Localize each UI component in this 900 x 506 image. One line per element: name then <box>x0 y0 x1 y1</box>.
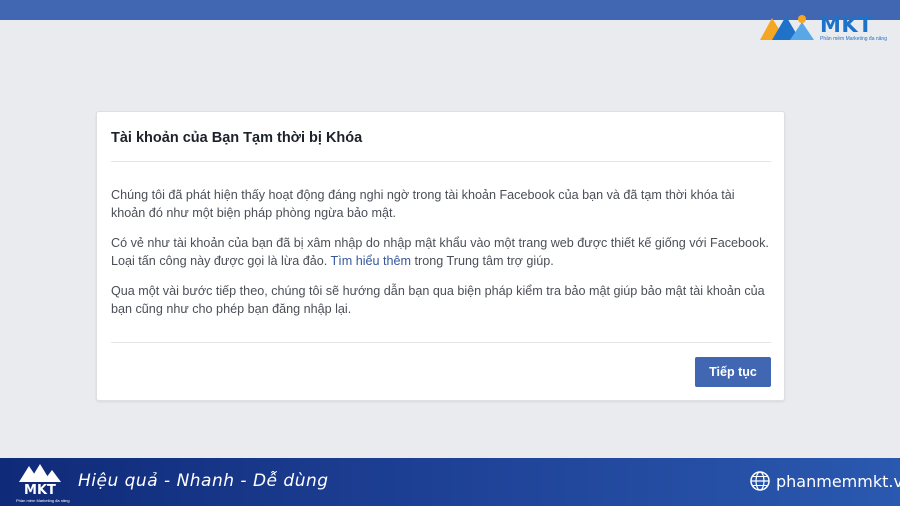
dialog-divider-top <box>111 161 771 162</box>
globe-icon <box>750 471 770 491</box>
footer-brand-tagline: Phần mềm Marketing đa năng <box>16 498 70 503</box>
footer-slogan: Hiệu quả - Nhanh - Dễ dùng <box>78 471 329 491</box>
dialog-paragraph-1: Chúng tôi đã phát hiện thấy hoạt động đá… <box>111 188 735 220</box>
footer-brand-name: MKT <box>24 483 56 498</box>
continue-button[interactable]: Tiếp tục <box>695 357 771 387</box>
brand-name: MKT <box>820 13 873 37</box>
account-locked-dialog: Tài khoản của Bạn Tạm thời bị Khóa Chúng… <box>96 111 785 401</box>
brand-tagline: Phần mềm Marketing đa năng <box>820 36 887 42</box>
dialog-paragraph-3: Qua một vài bước tiếp theo, chúng tôi sẽ… <box>111 284 765 316</box>
paragraph-2-suffix: trong Trung tâm trợ giúp. <box>414 254 554 268</box>
footer-website-text[interactable]: phanmemmkt.vn <box>776 472 900 491</box>
mkt-logo-icon <box>19 464 61 482</box>
mkt-logo-icon <box>760 15 814 40</box>
dialog-paragraph-2: Có vẻ như tài khoản của bạn đã bị xâm nh… <box>111 234 771 270</box>
learn-more-link[interactable]: Tìm hiểu thêm <box>331 254 412 268</box>
footer-website[interactable]: phanmemmkt.vn <box>750 471 900 491</box>
dialog-divider-bottom <box>111 342 771 343</box>
footer-banner: MKT Phần mềm Marketing đa năng Hiệu quả … <box>0 458 900 506</box>
dialog-title: Tài khoản của Bạn Tạm thời bị Khóa <box>111 130 363 146</box>
mkt-logo: MKT Phần mềm Marketing đa năng <box>758 8 893 48</box>
footer-logo: MKT Phần mềm Marketing đa năng <box>16 462 70 503</box>
